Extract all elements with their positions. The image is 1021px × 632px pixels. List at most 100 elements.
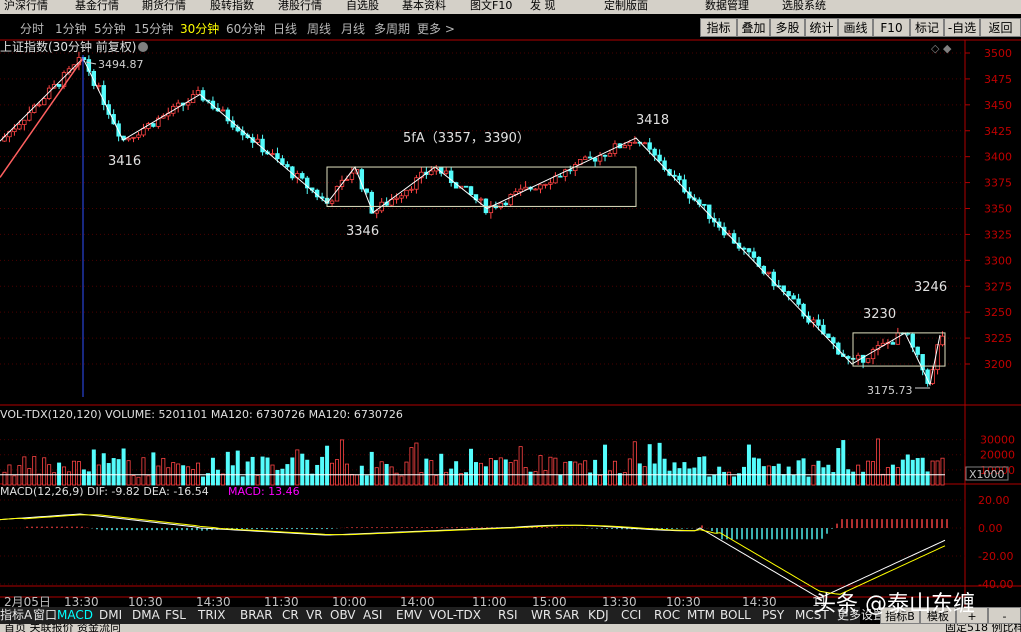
volume-bar — [37, 473, 42, 486]
time-label: 11:00 — [472, 595, 507, 607]
candle-body — [12, 128, 17, 133]
time-label: 14:30 — [742, 595, 777, 607]
volume-bar — [900, 459, 905, 486]
candle-body — [826, 333, 831, 339]
candle-body — [543, 183, 548, 186]
volume-bar — [449, 468, 454, 486]
volume-unit: X1000 — [969, 468, 1005, 481]
volume-bar — [409, 447, 414, 486]
indicator-tab[interactable]: RSI — [498, 607, 518, 624]
candle-body — [503, 202, 508, 206]
candle-body — [195, 90, 201, 96]
indicator-tab[interactable]: EMV — [396, 607, 422, 624]
y-tick-label: 3350 — [984, 203, 1012, 216]
indicator-tab[interactable]: CCI — [621, 607, 641, 624]
candle-body — [404, 189, 409, 197]
indicator-tab[interactable]: TRIX — [198, 607, 225, 624]
volume-bar — [71, 460, 76, 486]
candle-body — [37, 104, 42, 107]
candle-body — [468, 186, 474, 196]
indicator-tab[interactable]: FSL — [165, 607, 186, 624]
volume-bar — [677, 468, 682, 486]
volume-bar — [657, 442, 662, 486]
volume-bar — [359, 465, 364, 486]
stock-chart[interactable]: 3500 3475 3450 3425 3400 3375 3350 3325 3300 3275… — [0, 0, 1021, 607]
volume-bar — [662, 458, 667, 486]
indicator-tab[interactable]: VR — [306, 607, 323, 624]
candle-body — [816, 319, 821, 326]
candle-body — [429, 170, 434, 175]
volume-bar — [607, 470, 612, 486]
y-tick-label: 3300 — [984, 254, 1012, 267]
volume-bar — [240, 476, 245, 486]
volume-bar — [727, 471, 732, 486]
volume-bar — [732, 476, 737, 486]
indicator-tab[interactable]: KDJ — [588, 607, 609, 624]
time-label: 10:30 — [128, 595, 163, 607]
dropdown-icon — [138, 42, 148, 52]
candle-body — [597, 154, 603, 162]
indicator-tab[interactable]: 指标A — [0, 607, 32, 624]
candle-body — [329, 200, 335, 204]
volume-bar — [712, 474, 717, 486]
y-tick-label: 3375 — [984, 177, 1012, 190]
watermark: 头条 @泰山东缠 — [814, 592, 975, 617]
candle-body — [141, 128, 146, 136]
indicator-tab[interactable]: MACD — [57, 607, 93, 624]
volume-bar — [503, 459, 508, 486]
indicator-tab[interactable]: PSY — [762, 607, 784, 624]
volume-bar — [940, 457, 945, 486]
volume-bar — [230, 465, 235, 486]
indicator-tab[interactable]: OBV — [330, 607, 356, 624]
indicator-tab[interactable]: BOLL — [720, 607, 751, 624]
y-tick-label: 3500 — [984, 47, 1012, 60]
candle-body — [220, 109, 226, 112]
volume-bar — [642, 466, 647, 486]
candle-body — [409, 188, 414, 191]
candle-body — [558, 175, 563, 178]
macd-indicator-label: MACD(12,26,9) DIF: -9.82 DEA: -16.54 — [0, 485, 209, 498]
indicator-tab[interactable]: DMI — [99, 607, 122, 624]
volume-bar — [444, 471, 449, 486]
bottom-button[interactable]: - — [988, 607, 1021, 624]
candle-body — [766, 271, 772, 274]
indicator-tab[interactable]: ROC — [654, 607, 680, 624]
candle-body — [602, 154, 608, 157]
volume-bar — [27, 468, 32, 486]
volume-bar — [508, 462, 513, 486]
indicator-tab[interactable]: ASI — [363, 607, 382, 624]
indicator-tab[interactable]: DMA — [132, 607, 160, 624]
candle-body — [175, 102, 181, 107]
volume-bar — [667, 470, 672, 486]
volume-bar — [498, 457, 503, 486]
candle-body — [275, 153, 280, 160]
indicator-tab[interactable]: MTM — [687, 607, 715, 624]
candle-body — [677, 175, 682, 181]
indicator-tab[interactable]: CR — [282, 607, 299, 624]
volume-bar — [846, 469, 851, 486]
volume-bar — [389, 466, 394, 486]
volume-bar — [111, 458, 116, 486]
volume-bar — [821, 467, 826, 486]
y-tick-label: 3250 — [984, 306, 1012, 319]
indicator-tab[interactable]: 窗口 — [33, 607, 57, 624]
volume-bar — [374, 467, 379, 486]
volume-bar — [414, 442, 419, 486]
volume-bar — [493, 460, 498, 486]
volume-bar — [930, 460, 935, 486]
volume-bar — [801, 458, 806, 486]
candle-body — [796, 298, 801, 305]
indicator-tab[interactable]: SAR — [555, 607, 579, 624]
candle-body — [915, 346, 920, 355]
indicator-tab[interactable]: VOL-TDX — [429, 607, 481, 624]
candle-body — [478, 198, 484, 201]
indicator-tab[interactable]: WR — [531, 607, 551, 624]
volume-bar — [91, 449, 96, 486]
volume-bar — [682, 462, 687, 486]
candle-body — [255, 138, 260, 143]
volume-bar — [106, 463, 111, 486]
volume-bar — [851, 471, 856, 486]
candle-body — [642, 142, 647, 145]
indicator-tab[interactable]: BRAR — [240, 607, 273, 624]
candle-body — [508, 194, 513, 206]
